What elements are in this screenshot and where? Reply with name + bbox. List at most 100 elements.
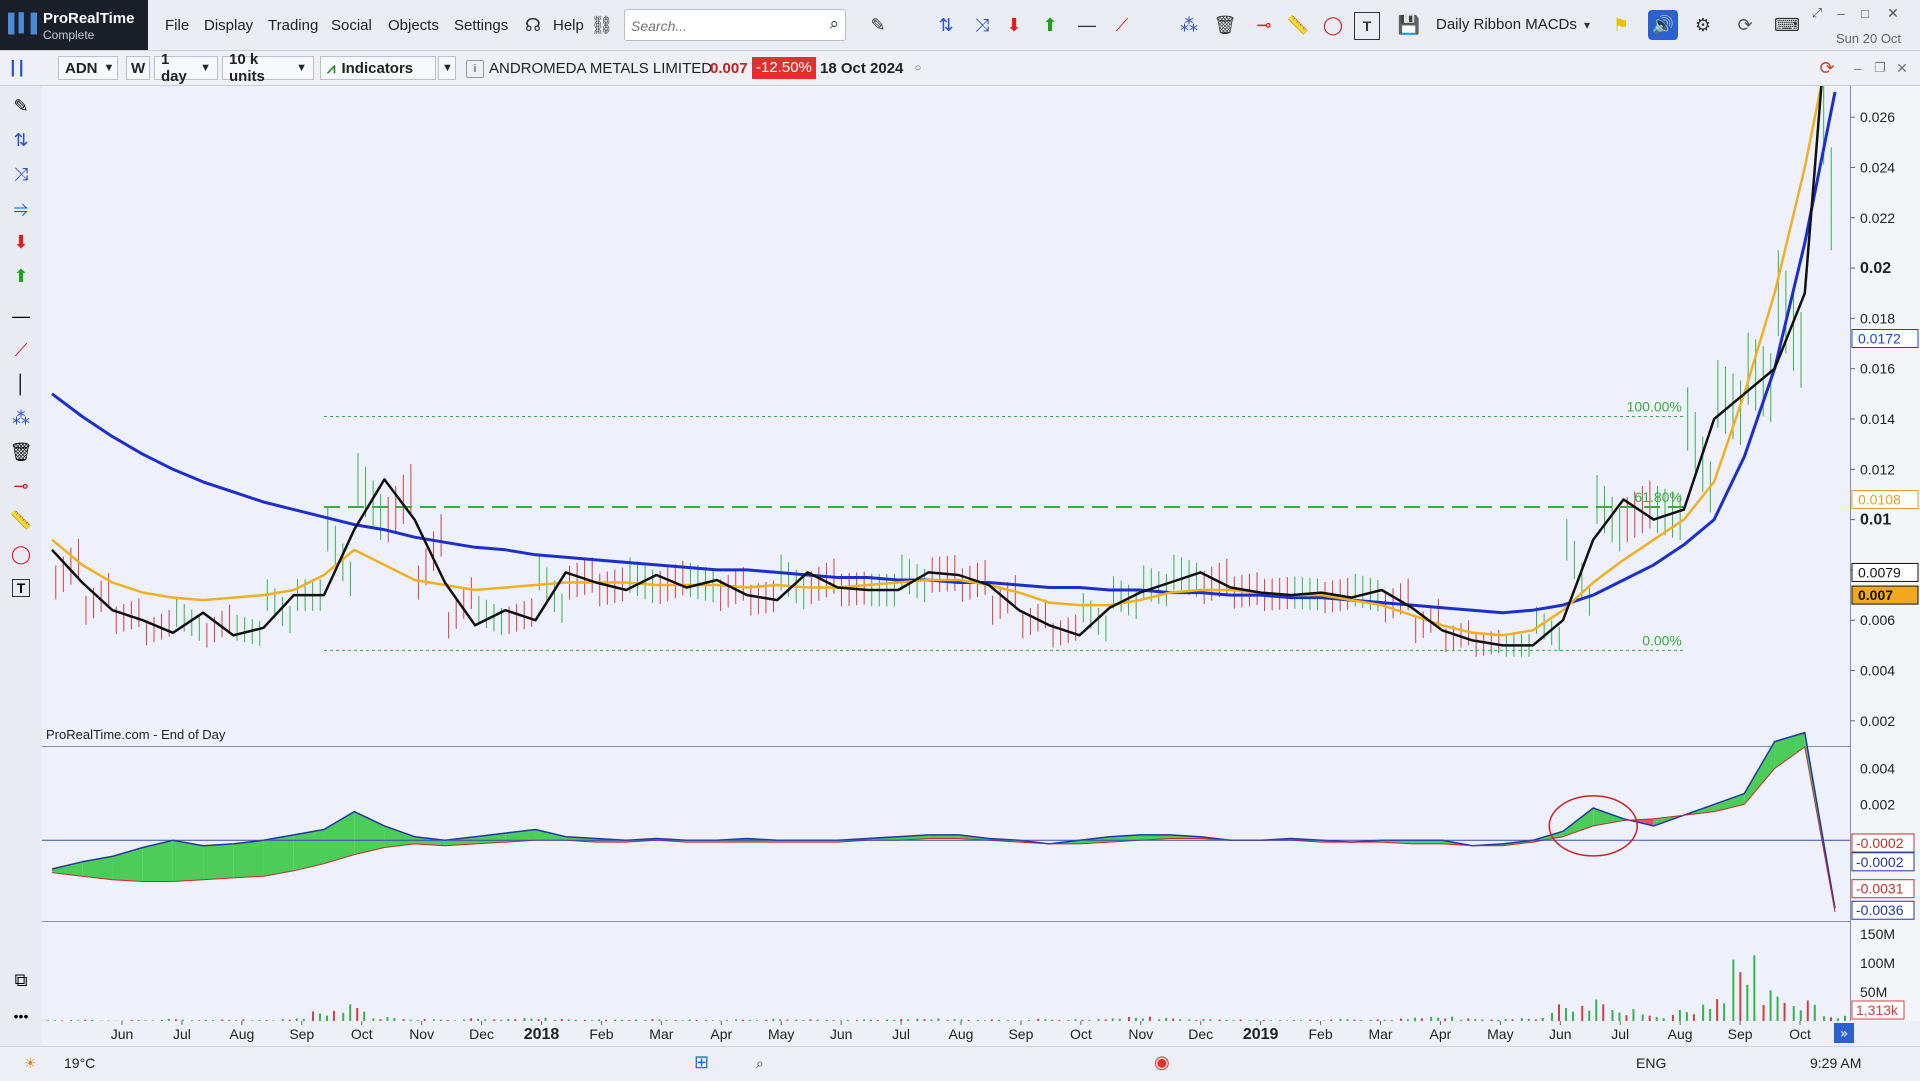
- volume-bar: [1588, 1011, 1590, 1021]
- keyboard-icon[interactable]: ⌨: [1772, 12, 1802, 38]
- units-dropdown[interactable]: 10 k units▼: [222, 56, 314, 80]
- chrome-icon[interactable]: ◉: [1154, 1052, 1170, 1073]
- volume-bar: [749, 1020, 751, 1021]
- volume-bar: [507, 1019, 509, 1021]
- window-minimize-icon[interactable]: –: [1850, 57, 1866, 79]
- alerts-icon[interactable]: ⚙: [1688, 12, 1718, 38]
- time-axis-label: Apr: [710, 1026, 732, 1042]
- link-icon[interactable]: ⛓: [591, 12, 613, 38]
- period-dropdown[interactable]: 1 day▼: [154, 56, 218, 80]
- menu-objects[interactable]: Objects: [388, 17, 439, 34]
- fib-fan-icon[interactable]: ⤨: [968, 12, 996, 38]
- save-icon[interactable]: 💾: [1396, 12, 1422, 38]
- menu-help[interactable]: Help: [553, 17, 584, 34]
- headset-icon[interactable]: ☊: [520, 12, 546, 38]
- segment-icon[interactable]: ⊸: [6, 472, 36, 500]
- indicators-menu-button[interactable]: ▼: [438, 56, 456, 80]
- info-icon[interactable]: i: [466, 60, 484, 78]
- search-input[interactable]: [629, 12, 818, 40]
- menu-social[interactable]: Social: [331, 17, 372, 34]
- pencil-icon[interactable]: ✎: [6, 92, 36, 120]
- ribbon-preset-label[interactable]: Daily Ribbon MACDs: [1436, 16, 1577, 33]
- horizontal-line-icon[interactable]: —: [6, 302, 36, 330]
- volume-bar: [870, 1020, 872, 1021]
- restore-icon[interactable]: ⤢: [1808, 4, 1826, 22]
- volume-bar: [1430, 1017, 1432, 1021]
- sync-icon[interactable]: ⟳: [1730, 12, 1760, 38]
- menu-settings[interactable]: Settings: [454, 17, 508, 34]
- volume-bar: [1467, 1018, 1469, 1021]
- ellipse-icon[interactable]: ◯: [1318, 12, 1348, 38]
- search-box[interactable]: ⌕: [624, 9, 846, 41]
- volume-bar: [1391, 1020, 1393, 1021]
- fibonacci-icon[interactable]: ⇅: [932, 12, 960, 38]
- trash-icon[interactable]: 🗑: [6, 438, 36, 466]
- menu-display[interactable]: Display: [204, 17, 253, 34]
- menu-file[interactable]: File: [165, 17, 189, 34]
- text-tool-icon[interactable]: T: [6, 574, 36, 602]
- minimize-icon[interactable]: –: [1832, 4, 1850, 22]
- fib-arc-icon[interactable]: ⥤: [6, 194, 36, 222]
- ellipse-icon[interactable]: ◯: [6, 540, 36, 568]
- sync-chart-icon[interactable]: ⟳: [1814, 57, 1840, 79]
- horizontal-line-icon[interactable]: —: [1070, 12, 1104, 38]
- volume-bar: [1444, 1019, 1446, 1021]
- segment-icon[interactable]: ⊸: [1250, 12, 1278, 38]
- app-logo[interactable]: ▌▍▌ ProRealTime Complete: [0, 0, 148, 50]
- buy-arrow-icon[interactable]: ⬆: [1038, 12, 1062, 38]
- time-axis-label: Oct: [1070, 1026, 1092, 1042]
- window-close-icon[interactable]: ✕: [1894, 57, 1910, 79]
- volume-bar: [1686, 1012, 1688, 1021]
- language-indicator[interactable]: ENG: [1636, 1055, 1666, 1071]
- xy-plot-icon[interactable]: ⁂: [6, 404, 36, 432]
- ruler-icon[interactable]: 📏: [1284, 12, 1312, 38]
- window-restore-icon[interactable]: ❐: [1872, 57, 1888, 79]
- chevron-down-icon[interactable]: ▾: [1578, 12, 1596, 38]
- volume-bar: [1119, 1019, 1121, 1021]
- search-icon[interactable]: ⌕: [829, 14, 839, 34]
- flag-icon[interactable]: ⚑: [1608, 12, 1634, 38]
- search-taskbar-icon[interactable]: ⌕: [756, 1055, 764, 1072]
- xy-plot-icon[interactable]: ⁂: [1174, 12, 1204, 38]
- trendline-icon[interactable]: ⟋: [6, 336, 36, 364]
- indicators-button[interactable]: ⩘ Indicators: [320, 56, 436, 80]
- fib-fan-icon[interactable]: ⤨: [6, 160, 36, 188]
- price-marker-label: 0.0079: [1858, 564, 1901, 580]
- pencil-icon[interactable]: ✎: [864, 12, 892, 38]
- price-axis-label: 0.022: [1860, 210, 1895, 226]
- volume-bar: [796, 1020, 798, 1021]
- chart-svg[interactable]: 100.00%61.80%0.00%0.0260.0240.0220.020.0…: [42, 86, 1920, 1046]
- close-icon[interactable]: ✕: [1884, 4, 1902, 22]
- ruler-icon[interactable]: 📏: [6, 506, 36, 534]
- time-axis-label: Jun: [111, 1026, 134, 1042]
- volume-bar: [1044, 1019, 1046, 1021]
- candles-icon[interactable]: ┃┃: [6, 57, 28, 79]
- volume-bar: [326, 1016, 328, 1021]
- weekly-button[interactable]: W: [126, 56, 150, 80]
- app-edition: Complete: [43, 28, 94, 42]
- more-icon[interactable]: •••: [6, 1002, 36, 1030]
- scale-toggle-icon[interactable]: ⧉: [6, 966, 36, 994]
- menu-trading[interactable]: Trading: [268, 17, 318, 34]
- volume-bar: [1521, 1018, 1523, 1021]
- time-axis-label: May: [768, 1026, 794, 1042]
- volume-bar: [1037, 1019, 1039, 1021]
- text-tool-icon[interactable]: T: [1354, 12, 1380, 40]
- vertical-line-icon[interactable]: │: [6, 370, 36, 398]
- sell-arrow-icon[interactable]: ⬇: [1002, 12, 1026, 38]
- fibonacci-icon[interactable]: ⇅: [6, 126, 36, 154]
- volume-bar: [454, 1020, 456, 1021]
- volume-bar: [1693, 1014, 1695, 1021]
- sell-arrow-icon[interactable]: ⬇: [6, 228, 36, 256]
- symbol-dropdown[interactable]: ADN▼: [58, 56, 118, 80]
- buy-arrow-icon[interactable]: ⬆: [6, 262, 36, 290]
- trendline-icon[interactable]: ⟋: [1108, 12, 1136, 38]
- volume-speaker-icon[interactable]: 🔊: [1648, 10, 1678, 40]
- start-icon[interactable]: ⊞: [694, 1052, 709, 1073]
- maximize-icon[interactable]: □: [1856, 4, 1874, 22]
- volume-bar: [1528, 1019, 1530, 1021]
- volume-bar: [786, 1020, 788, 1021]
- trash-icon[interactable]: 🗑: [1212, 12, 1238, 38]
- chart-area[interactable]: 100.00%61.80%0.00%0.0260.0240.0220.020.0…: [42, 86, 1920, 1046]
- volume-bar: [91, 1020, 93, 1021]
